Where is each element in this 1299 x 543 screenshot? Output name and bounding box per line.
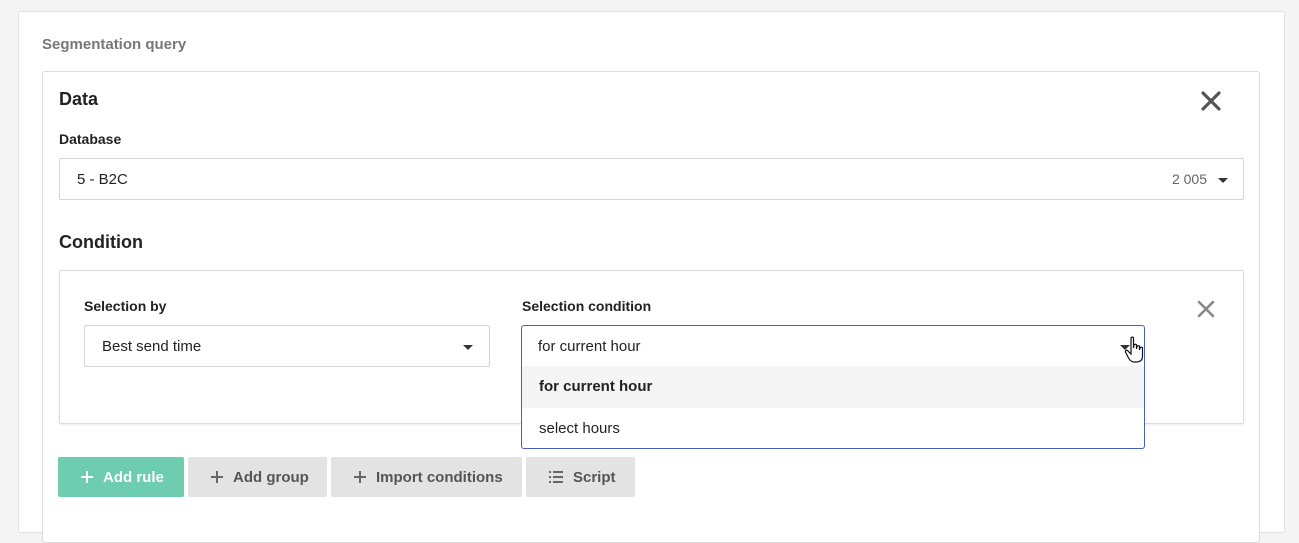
selection-by-value: Best send time <box>102 338 202 355</box>
import-conditions-label: Import conditions <box>376 468 503 486</box>
add-group-button[interactable]: Add group <box>188 457 327 497</box>
add-group-label: Add group <box>233 468 309 486</box>
remove-rule-icon[interactable] <box>1197 300 1215 318</box>
hand-cursor-icon <box>1124 336 1146 364</box>
chevron-down-icon <box>463 345 473 350</box>
database-value: 5 - B2C <box>77 171 128 188</box>
database-count: 2 005 <box>1171 171 1207 187</box>
selection-by-label: Selection by <box>84 298 167 314</box>
plus-icon <box>210 470 224 484</box>
selection-condition-dropdown[interactable]: for current hour for current hour select… <box>521 325 1145 449</box>
add-rule-button[interactable]: Add rule <box>58 457 184 497</box>
selection-by-select[interactable]: Best send time <box>84 325 490 367</box>
database-label: Database <box>59 131 122 147</box>
database-select[interactable]: 5 - B2C 2 005 <box>59 158 1244 200</box>
condition-title: Condition <box>59 232 143 252</box>
data-panel-title: Data <box>59 89 99 109</box>
selection-condition-value: for current hour <box>538 338 641 355</box>
import-conditions-button[interactable]: Import conditions <box>331 457 522 497</box>
script-button[interactable]: Script <box>526 457 635 497</box>
dropdown-option-current-hour[interactable]: for current hour <box>522 366 1144 408</box>
dropdown-option-select-hours[interactable]: select hours <box>522 408 1144 450</box>
selection-condition-label: Selection condition <box>522 298 652 314</box>
plus-icon <box>353 470 367 484</box>
script-label: Script <box>573 468 616 486</box>
plus-icon <box>80 470 94 484</box>
close-icon[interactable] <box>1200 90 1222 112</box>
chevron-down-icon <box>1218 178 1228 183</box>
list-icon <box>548 470 564 484</box>
section-title: Segmentation query <box>42 36 187 53</box>
segmentation-query-container: Segmentation query Data Database 5 - B2C… <box>18 11 1285 543</box>
add-rule-label: Add rule <box>103 468 164 486</box>
